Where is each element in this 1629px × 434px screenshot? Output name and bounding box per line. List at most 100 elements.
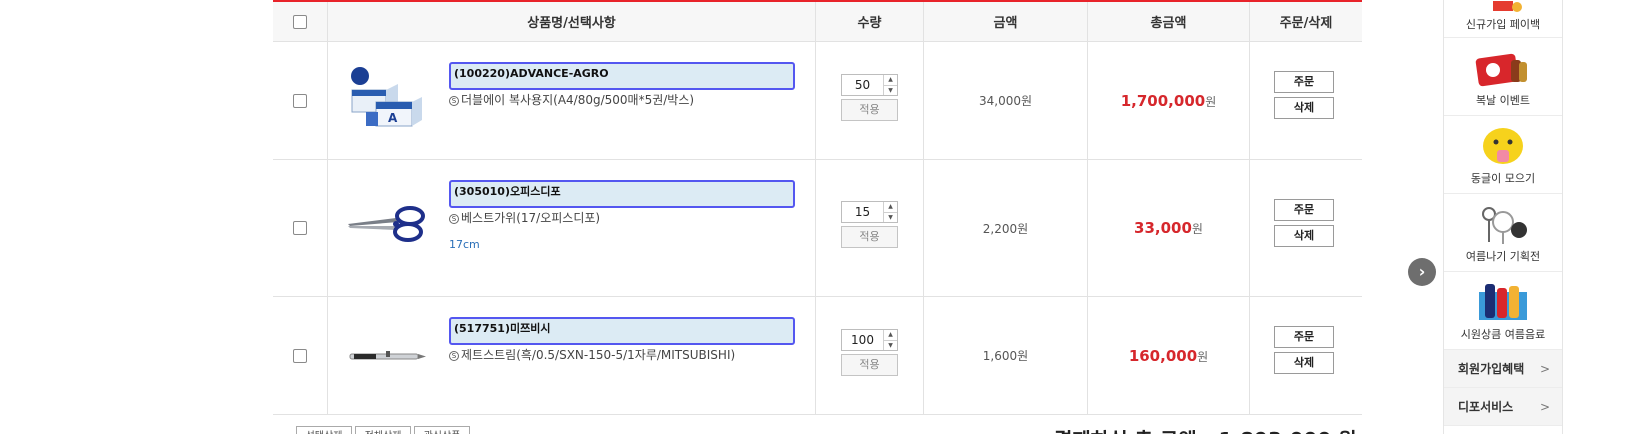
select-all-checkbox[interactable] xyxy=(293,14,307,29)
product-cell: (305010)오피스디포 S 베스트가위(17/오피스디포) 17cm xyxy=(327,160,815,296)
line-total-value: 33,000 xyxy=(1134,219,1192,237)
paper-box-icon[interactable]: A xyxy=(346,64,432,134)
table-row: (517751)미쯔비시 S 제트스트림(흑/0.5/SXN-150-5/1자루/… xyxy=(273,297,1362,415)
line-total: 33,000원 xyxy=(1134,219,1203,237)
quickmenu-label: 동글이 모으기 xyxy=(1470,172,1536,185)
quantity-stepper[interactable]: 15 ▲ ▼ xyxy=(841,201,898,223)
product-name[interactable]: (517751)미쯔비시 xyxy=(449,317,795,345)
seller-mark-icon: S xyxy=(449,214,459,224)
product-desc: 제트스트림(흑/0.5/SXN-150-5/1자루/MITSUBISHI) xyxy=(461,348,736,362)
unit-price: 1,600원 xyxy=(982,349,1029,363)
line-total: 1,700,000원 xyxy=(1121,92,1217,110)
order-button[interactable]: 주문 xyxy=(1274,71,1334,93)
quantity-stepper[interactable]: 50 ▲ ▼ xyxy=(841,74,898,96)
quickmenu-item-summer[interactable]: 여름나기 기획전 xyxy=(1444,194,1562,272)
svg-text:A: A xyxy=(388,111,398,125)
scissors-icon[interactable] xyxy=(346,188,432,258)
character-icon xyxy=(1477,126,1529,172)
cart-table: 상품명/선택사항 수량 금액 총금액 주문/삭제 A (100220)ADVAN… xyxy=(273,0,1362,415)
increment-icon[interactable]: ▲ xyxy=(884,202,897,212)
row-checkbox[interactable] xyxy=(293,93,307,108)
stepper-arrows: ▲ ▼ xyxy=(883,330,897,350)
quickmenu-label: 시원상큼 여름음료 xyxy=(1460,328,1546,341)
qty-control: 50 ▲ ▼ 적용 xyxy=(841,74,898,121)
qty-control: 100 ▲ ▼ 적용 xyxy=(841,329,898,376)
decrement-icon[interactable]: ▼ xyxy=(884,85,897,96)
header-price: 금액 xyxy=(923,2,1087,41)
delete-button[interactable]: 삭제 xyxy=(1274,97,1334,119)
line-total-value: 1,700,000 xyxy=(1120,91,1206,110)
quickmenu-link-depot-service[interactable]: 디포서비스 > xyxy=(1444,388,1562,426)
chevron-right-icon: > xyxy=(1539,400,1550,414)
product-name[interactable]: (100220)ADVANCE-AGRO xyxy=(449,62,795,90)
pen-icon[interactable] xyxy=(346,321,432,391)
apply-button[interactable]: 적용 xyxy=(841,99,898,121)
quantity-stepper[interactable]: 100 ▲ ▼ xyxy=(841,329,898,351)
quickmenu-label: 여름나기 기획전 xyxy=(1465,250,1541,263)
delete-all-button[interactable]: 전체삭제 xyxy=(355,426,411,434)
order-button[interactable]: 주문 xyxy=(1274,199,1334,221)
product-info: (305010)오피스디포 S 베스트가위(17/오피스디포) 17cm xyxy=(449,180,795,251)
product-info: (517751)미쯔비시 S 제트스트림(흑/0.5/SXN-150-5/1자루/… xyxy=(449,317,795,363)
delete-button[interactable]: 삭제 xyxy=(1274,352,1334,374)
qty-cell: 15 ▲ ▼ 적용 xyxy=(815,160,923,296)
product-info: (100220)ADVANCE-AGRO S 더블에이 복사용지(A4/80g/5… xyxy=(449,62,795,108)
header-select-all-cell xyxy=(273,2,327,41)
line-total-unit: 원 xyxy=(1205,94,1217,109)
order-button[interactable]: 주문 xyxy=(1274,326,1334,348)
action-cell: 주문 삭제 xyxy=(1249,297,1362,414)
quickmenu-item-collect[interactable]: 동글이 모으기 xyxy=(1444,116,1562,194)
quantity-value[interactable]: 100 xyxy=(842,330,883,350)
row-checkbox-cell xyxy=(273,297,327,414)
decrement-icon[interactable]: ▼ xyxy=(884,340,897,351)
quickmenu-item-event[interactable]: 복날 이벤트 xyxy=(1444,38,1562,116)
quickmenu-item-drinks[interactable]: 시원상큼 여름음료 xyxy=(1444,272,1562,350)
total-cell: 160,000원 xyxy=(1087,297,1249,414)
row-checkbox[interactable] xyxy=(293,221,307,235)
line-total-unit: 원 xyxy=(1191,222,1203,236)
product-name[interactable]: (305010)오피스디포 xyxy=(449,180,795,208)
row-actions: 주문 삭제 xyxy=(1274,326,1334,378)
table-row: A (100220)ADVANCE-AGRO S 더블에이 복사용지(A4/80g… xyxy=(273,42,1362,160)
quantity-value[interactable]: 15 xyxy=(842,202,883,222)
delete-button[interactable]: 삭제 xyxy=(1274,225,1334,247)
price-cell: 34,000원 xyxy=(923,42,1087,159)
row-checkbox[interactable] xyxy=(293,348,307,363)
quantity-value[interactable]: 50 xyxy=(842,75,883,95)
quickmenu-label: 복날 이벤트 xyxy=(1475,94,1531,107)
line-total: 160,000원 xyxy=(1129,347,1208,365)
header-action: 주문/삭제 xyxy=(1249,2,1362,41)
quick-menu: 신규가입 페이백 복날 이벤트 동글이 모으기 여름나기 기획전 시원상큼 여름… xyxy=(1443,0,1563,434)
increment-icon[interactable]: ▲ xyxy=(884,330,897,340)
header-qty: 수량 xyxy=(815,2,923,41)
product-desc: 베스트가위(17/오피스디포) xyxy=(461,211,601,225)
product-cell: (517751)미쯔비시 S 제트스트림(흑/0.5/SXN-150-5/1자루/… xyxy=(327,297,815,414)
seller-mark-icon: S xyxy=(449,351,459,361)
qty-cell: 50 ▲ ▼ 적용 xyxy=(815,42,923,159)
apply-button[interactable]: 적용 xyxy=(841,354,898,376)
grand-total: 결제하실 총 금액 : 1,893,000 원 xyxy=(1054,424,1357,434)
fan-icon xyxy=(1475,204,1531,250)
line-total-value: 160,000 xyxy=(1128,346,1198,365)
increment-icon[interactable]: ▲ xyxy=(884,75,897,85)
delete-selected-button[interactable]: 선택삭제 xyxy=(296,426,352,434)
quickmenu-link-signup-benefits[interactable]: 회원가입혜택 > xyxy=(1444,350,1562,388)
chevron-right-icon: > xyxy=(1539,362,1550,376)
header-product: 상품명/선택사항 xyxy=(327,2,815,41)
line-total-unit: 원 xyxy=(1197,349,1209,364)
product-desc-line: S 제트스트림(흑/0.5/SXN-150-5/1자루/MITSUBISHI) xyxy=(449,347,795,363)
stepper-arrows: ▲ ▼ xyxy=(883,75,897,95)
product-desc-line: S 베스트가위(17/오피스디포) xyxy=(449,210,795,226)
quickmenu-item-payback[interactable]: 신규가입 페이백 xyxy=(1444,0,1562,38)
decrement-icon[interactable]: ▼ xyxy=(884,212,897,223)
product-desc: 더블에이 복사용지(A4/80g/500매*5권/박스) xyxy=(461,93,695,107)
header-total: 총금액 xyxy=(1087,2,1249,41)
wishlist-button[interactable]: 관심상품 xyxy=(414,426,470,434)
qty-cell: 100 ▲ ▼ 적용 xyxy=(815,297,923,414)
row-actions: 주문 삭제 xyxy=(1274,71,1334,123)
drinks-icon xyxy=(1475,282,1531,328)
apply-button[interactable]: 적용 xyxy=(841,226,898,248)
row-checkbox-cell xyxy=(273,160,327,296)
next-arrow-button[interactable]: › xyxy=(1408,258,1436,286)
row-actions: 주문 삭제 xyxy=(1274,199,1334,251)
